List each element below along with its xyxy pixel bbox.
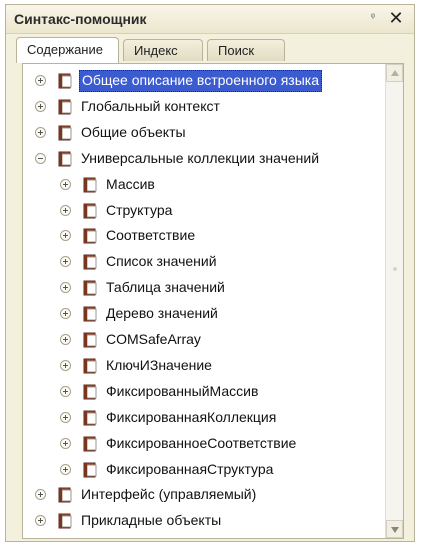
expand-icon[interactable] <box>60 334 71 345</box>
book-icon <box>58 73 72 89</box>
tree-item[interactable]: Прикладные объекты <box>23 510 383 532</box>
tree-item[interactable]: Глобальный контекст <box>23 96 383 118</box>
tree-item-label: ФиксированнаяСтруктура <box>106 460 274 477</box>
tab-search[interactable]: Поиск <box>207 39 285 61</box>
book-icon <box>58 151 72 167</box>
book-icon <box>83 384 97 400</box>
book-icon <box>83 332 97 348</box>
expand-icon[interactable] <box>35 489 46 501</box>
scroll-grip[interactable] <box>393 267 397 271</box>
expand-icon[interactable] <box>60 437 71 449</box>
pin-icon[interactable]: ᵠ <box>368 12 378 24</box>
tree-item-label: Структура <box>106 201 173 218</box>
tab-strip: Содержание Индекс Поиск <box>12 37 408 63</box>
book-icon <box>83 254 97 270</box>
expand-icon[interactable] <box>60 204 71 216</box>
tree-item-label: Интерфейс (управляемый) <box>81 486 257 503</box>
tree-item[interactable]: COMSafeArray <box>23 329 383 351</box>
scroll-up-button[interactable] <box>386 64 403 82</box>
tab-contents[interactable]: Содержание <box>16 37 119 63</box>
expand-icon[interactable] <box>35 515 46 527</box>
tree-item-label: ФиксированнаяКоллекция <box>106 408 277 425</box>
expand-icon[interactable] <box>60 282 71 294</box>
tree-item[interactable]: Список значений <box>23 251 383 273</box>
contents-tree: Общее описание встроенного языка Глобальн… <box>22 63 404 539</box>
expand-icon[interactable] <box>60 385 71 397</box>
tree-item-label: КлючИЗначение <box>106 356 212 373</box>
book-icon <box>83 280 97 296</box>
tree-item[interactable]: Структура <box>23 200 383 222</box>
arrow-down-icon <box>391 527 399 533</box>
arrow-up-icon <box>391 70 399 76</box>
book-icon <box>58 487 72 503</box>
tree-item[interactable]: Дерево значений <box>23 303 383 325</box>
tree-item[interactable]: КлючИЗначение <box>23 355 383 377</box>
close-icon[interactable]: ✕ <box>386 8 406 28</box>
expand-icon[interactable] <box>35 100 46 112</box>
book-icon <box>83 358 97 374</box>
tree-item[interactable]: Общие объекты <box>23 122 383 144</box>
expand-icon[interactable] <box>60 308 71 320</box>
syntax-helper-panel: Синтакс-помощник ᵠ ✕ Содержание Индекс П… <box>5 4 415 542</box>
tree-item-label: Массив <box>106 175 155 192</box>
expand-icon[interactable] <box>60 256 71 268</box>
tree-item-label: Общее описание встроенного языка <box>79 70 322 92</box>
tree-item-label: Таблица значений <box>106 279 225 296</box>
expand-icon[interactable] <box>60 359 71 371</box>
book-icon <box>83 306 97 322</box>
book-icon <box>83 177 97 193</box>
book-icon <box>58 125 72 141</box>
expand-icon[interactable] <box>35 75 46 86</box>
book-icon <box>58 99 72 115</box>
panel-title: Синтакс-помощник <box>14 11 147 27</box>
tree-item[interactable]: Таблица значений <box>23 277 383 299</box>
book-icon <box>83 410 97 426</box>
title-bar: Синтакс-помощник ᵠ ✕ <box>6 5 414 34</box>
tree-item[interactable]: ФиксированнаяКоллекция <box>23 407 383 429</box>
tree-item-label: Глобальный контекст <box>81 97 220 114</box>
tree-item-label: COMSafeArray <box>106 331 201 347</box>
tree-item-label: Универсальные коллекции значений <box>81 149 320 166</box>
book-icon <box>83 228 97 244</box>
tree-item[interactable]: Соответствие <box>23 225 383 247</box>
tree-item[interactable]: ФиксированныйМассив <box>23 381 383 403</box>
book-icon <box>83 203 97 218</box>
book-icon <box>58 513 72 529</box>
tab-index[interactable]: Индекс <box>123 39 203 61</box>
expand-icon[interactable] <box>60 411 71 423</box>
expand-icon[interactable] <box>60 463 71 475</box>
tree-item[interactable]: ФиксированнаяСтруктура <box>23 459 383 481</box>
tree-item-label: Прикладные объекты <box>81 512 222 529</box>
tree-item[interactable]: Общее описание встроенного языка <box>23 70 383 92</box>
scroll-down-button[interactable] <box>386 520 403 538</box>
tree-item[interactable]: Универсальные коллекции значений <box>23 148 383 170</box>
tree-item[interactable]: Массив <box>23 174 383 196</box>
expand-icon[interactable] <box>35 126 46 138</box>
tree-item-label: Общие объекты <box>81 123 186 140</box>
book-icon <box>83 462 97 477</box>
expand-icon[interactable] <box>60 178 71 190</box>
tree-item-label: ФиксированныйМассив <box>106 382 259 399</box>
tree-item-label: Список значений <box>106 253 217 270</box>
vertical-scrollbar[interactable] <box>385 64 403 538</box>
tree-item-label: Соответствие <box>106 227 196 244</box>
book-icon <box>83 436 97 452</box>
expand-icon[interactable] <box>60 230 71 242</box>
tree-item-label: Дерево значений <box>106 305 218 322</box>
collapse-icon[interactable] <box>35 152 46 164</box>
tree-item-label: ФиксированноеСоответствие <box>106 434 297 451</box>
tree-item[interactable]: ФиксированноеСоответствие <box>23 433 383 455</box>
tree-item[interactable]: Интерфейс (управляемый) <box>23 484 383 506</box>
